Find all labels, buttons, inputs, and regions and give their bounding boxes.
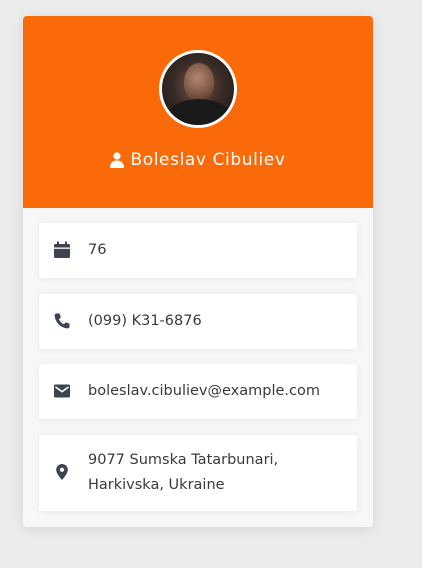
avatar-body (166, 99, 232, 125)
location-icon (56, 464, 68, 480)
profile-name-row: Boleslav Cibuliev (23, 148, 373, 172)
calendar-icon (54, 241, 70, 258)
profile-card: Boleslav Cibuliev 76 (099) K31-6876 bole… (23, 16, 373, 527)
phone-value: (099) K31-6876 (88, 313, 202, 329)
phone-item: (099) K31-6876 (39, 294, 357, 349)
age-value: 76 (88, 242, 107, 258)
user-icon (110, 152, 125, 168)
email-item: boleslav.cibuliev@example.com (39, 364, 357, 419)
email-icon (54, 384, 70, 398)
avatar-face (184, 63, 214, 101)
avatar (159, 50, 237, 128)
address-line-1: 9077 Sumska Tatarbunari, (88, 452, 279, 468)
address-item: 9077 Sumska Tatarbunari, Harkivska, Ukra… (39, 435, 357, 511)
phone-icon (54, 313, 70, 329)
address-line-2: Harkivska, Ukraine (88, 477, 225, 493)
age-item: 76 (39, 223, 357, 278)
email-value: boleslav.cibuliev@example.com (88, 383, 320, 399)
profile-name: Boleslav Cibuliev (130, 150, 286, 170)
profile-header: Boleslav Cibuliev (23, 16, 373, 208)
address-value: 9077 Sumska Tatarbunari, Harkivska, Ukra… (88, 448, 351, 498)
